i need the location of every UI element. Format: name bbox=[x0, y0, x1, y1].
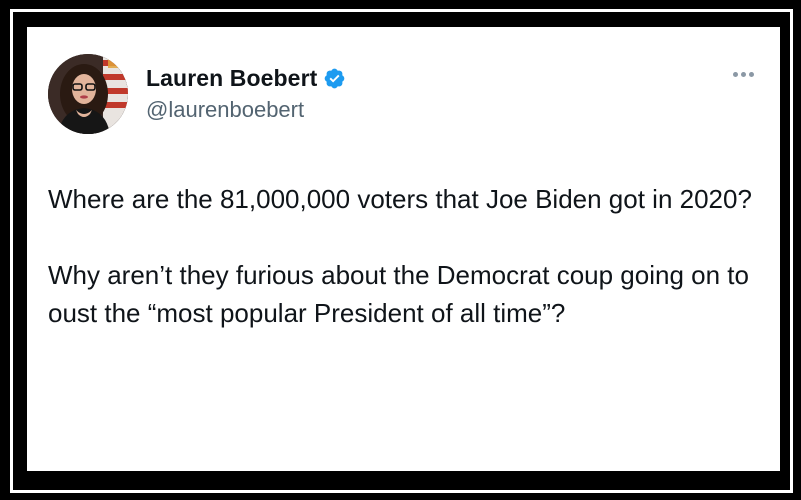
author-display-name[interactable]: Lauren Boebert bbox=[146, 65, 317, 92]
more-horizontal-icon-dot bbox=[748, 71, 754, 77]
avatar[interactable] bbox=[48, 54, 128, 134]
more-horizontal-icon-dot bbox=[732, 71, 738, 77]
author-handle[interactable]: @laurenboebert bbox=[146, 97, 304, 123]
tweet-paragraph: Why aren’t they furious about the Democr… bbox=[48, 260, 749, 328]
tweet-paragraph: Where are the 81,000,000 voters that Joe… bbox=[48, 184, 752, 214]
more-options-button[interactable] bbox=[728, 65, 758, 83]
author-name-row[interactable]: Lauren Boebert bbox=[146, 63, 346, 93]
verified-badge-icon bbox=[325, 68, 345, 88]
more-horizontal-icon-dot bbox=[740, 71, 746, 77]
tweet-card[interactable]: Lauren Boebert @laurenboebert Where are … bbox=[27, 27, 780, 471]
tweet-text: Where are the 81,000,000 voters that Joe… bbox=[48, 180, 768, 332]
black-frame: Lauren Boebert @laurenboebert Where are … bbox=[0, 0, 801, 500]
profile-photo-icon bbox=[48, 54, 128, 134]
